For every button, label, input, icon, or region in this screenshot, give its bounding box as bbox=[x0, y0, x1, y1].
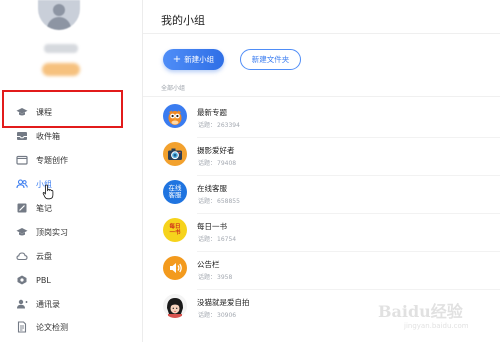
group-name: 摄影爱好者 bbox=[197, 146, 235, 155]
graduation-cap-icon bbox=[16, 106, 28, 118]
sidebar-item-label: PBL bbox=[36, 275, 51, 285]
list-item[interactable]: 最新专题 话题：263394 bbox=[143, 100, 500, 138]
list-item[interactable]: 公告栏 话题：3958 bbox=[143, 252, 500, 290]
sidebar-item-inbox[interactable]: 收件箱 bbox=[0, 124, 143, 148]
note-icon bbox=[16, 202, 28, 214]
book-icon: 每日 一书 bbox=[163, 218, 187, 242]
plus-icon: + bbox=[172, 53, 182, 65]
sidebar-item-label: 课程 bbox=[36, 107, 52, 117]
pbl-icon bbox=[16, 274, 28, 286]
owl-icon bbox=[163, 104, 187, 128]
new-group-button-label: 新建小组 bbox=[184, 55, 215, 64]
new-folder-button[interactable]: 新建文件夹 bbox=[240, 49, 301, 70]
camera-icon bbox=[163, 142, 187, 166]
sidebar-item-course[interactable]: 课程 bbox=[0, 100, 143, 124]
group-topic-count: 话题：263394 bbox=[198, 122, 240, 129]
sidebar-item-label: 专题创作 bbox=[36, 155, 68, 165]
document-check-icon bbox=[16, 321, 28, 333]
group-icon bbox=[16, 178, 28, 190]
cloud-icon bbox=[16, 250, 28, 262]
sidebar-item-internship[interactable]: 顶岗实习 bbox=[0, 220, 143, 244]
contacts-icon bbox=[16, 298, 28, 310]
sidebar-item-label: 云盘 bbox=[36, 251, 52, 261]
list-item[interactable]: 在线 客服 在线客服 话题：658855 bbox=[143, 176, 500, 214]
group-name: 公告栏 bbox=[197, 260, 220, 269]
sidebar-item-notes[interactable]: 笔记 bbox=[0, 196, 143, 220]
selfie-icon bbox=[163, 294, 187, 318]
group-name: 最新专题 bbox=[197, 108, 227, 117]
group-topic-count: 话题：79408 bbox=[198, 160, 237, 167]
list-item[interactable]: 每日 一书 每日一书 话题：16754 bbox=[143, 214, 500, 252]
online-service-icon: 在线 客服 bbox=[163, 180, 187, 204]
group-topic-count: 话题：16754 bbox=[198, 236, 237, 243]
sidebar-item-label: 通讯录 bbox=[36, 299, 60, 309]
new-group-button[interactable]: + 新建小组 bbox=[163, 49, 224, 70]
group-topic-count: 话题：3958 bbox=[198, 274, 233, 281]
sidebar-item-topic-creation[interactable]: 专题创作 bbox=[0, 148, 143, 172]
list-item[interactable]: 摄影爱好者 话题：79408 bbox=[143, 138, 500, 176]
sidebar-item-cloud[interactable]: 云盘 bbox=[0, 244, 143, 268]
speaker-icon bbox=[163, 256, 187, 280]
group-topic-count: 话题：658855 bbox=[198, 198, 240, 205]
new-folder-button-label: 新建文件夹 bbox=[251, 55, 290, 64]
inbox-icon bbox=[16, 130, 28, 142]
internship-icon bbox=[16, 226, 28, 238]
sidebar: 课程 收件箱 专题创作 小组 笔记 顶岗实习 云盘 PBL 通讯录 论文检测 bbox=[0, 0, 143, 342]
divider bbox=[143, 33, 500, 34]
sidebar-item-paper-check[interactable]: 论文检测 bbox=[0, 315, 143, 339]
page-title: 我的小组 bbox=[161, 14, 205, 27]
sidebar-item-label: 笔记 bbox=[36, 203, 52, 213]
main-panel: 我的小组 + 新建小组 新建文件夹 全部小组 最新专题 话题：263394 摄影… bbox=[143, 0, 500, 342]
group-topic-count: 话题：30906 bbox=[198, 312, 237, 319]
hand-cursor-icon bbox=[42, 184, 54, 200]
sidebar-item-groups[interactable]: 小组 bbox=[0, 172, 143, 196]
avatar[interactable] bbox=[38, 0, 80, 30]
watermark: Baidu经验 jingyan.baidu.com bbox=[378, 302, 469, 330]
section-label: 全部小组 bbox=[161, 85, 186, 92]
group-name: 没猫就是爱自拍 bbox=[197, 298, 250, 307]
sidebar-item-label: 收件箱 bbox=[36, 131, 60, 141]
sidebar-item-pbl[interactable]: PBL bbox=[0, 268, 143, 292]
divider bbox=[143, 96, 500, 97]
sidebar-item-contacts[interactable]: 通讯录 bbox=[0, 292, 143, 316]
sidebar-item-label: 论文检测 bbox=[36, 322, 68, 332]
group-name: 在线客服 bbox=[197, 184, 227, 193]
badge-redacted bbox=[42, 63, 80, 76]
folder-icon bbox=[16, 154, 28, 166]
username-redacted bbox=[44, 44, 78, 53]
sidebar-item-label: 顶岗实习 bbox=[36, 227, 68, 237]
group-name: 每日一书 bbox=[197, 222, 227, 231]
